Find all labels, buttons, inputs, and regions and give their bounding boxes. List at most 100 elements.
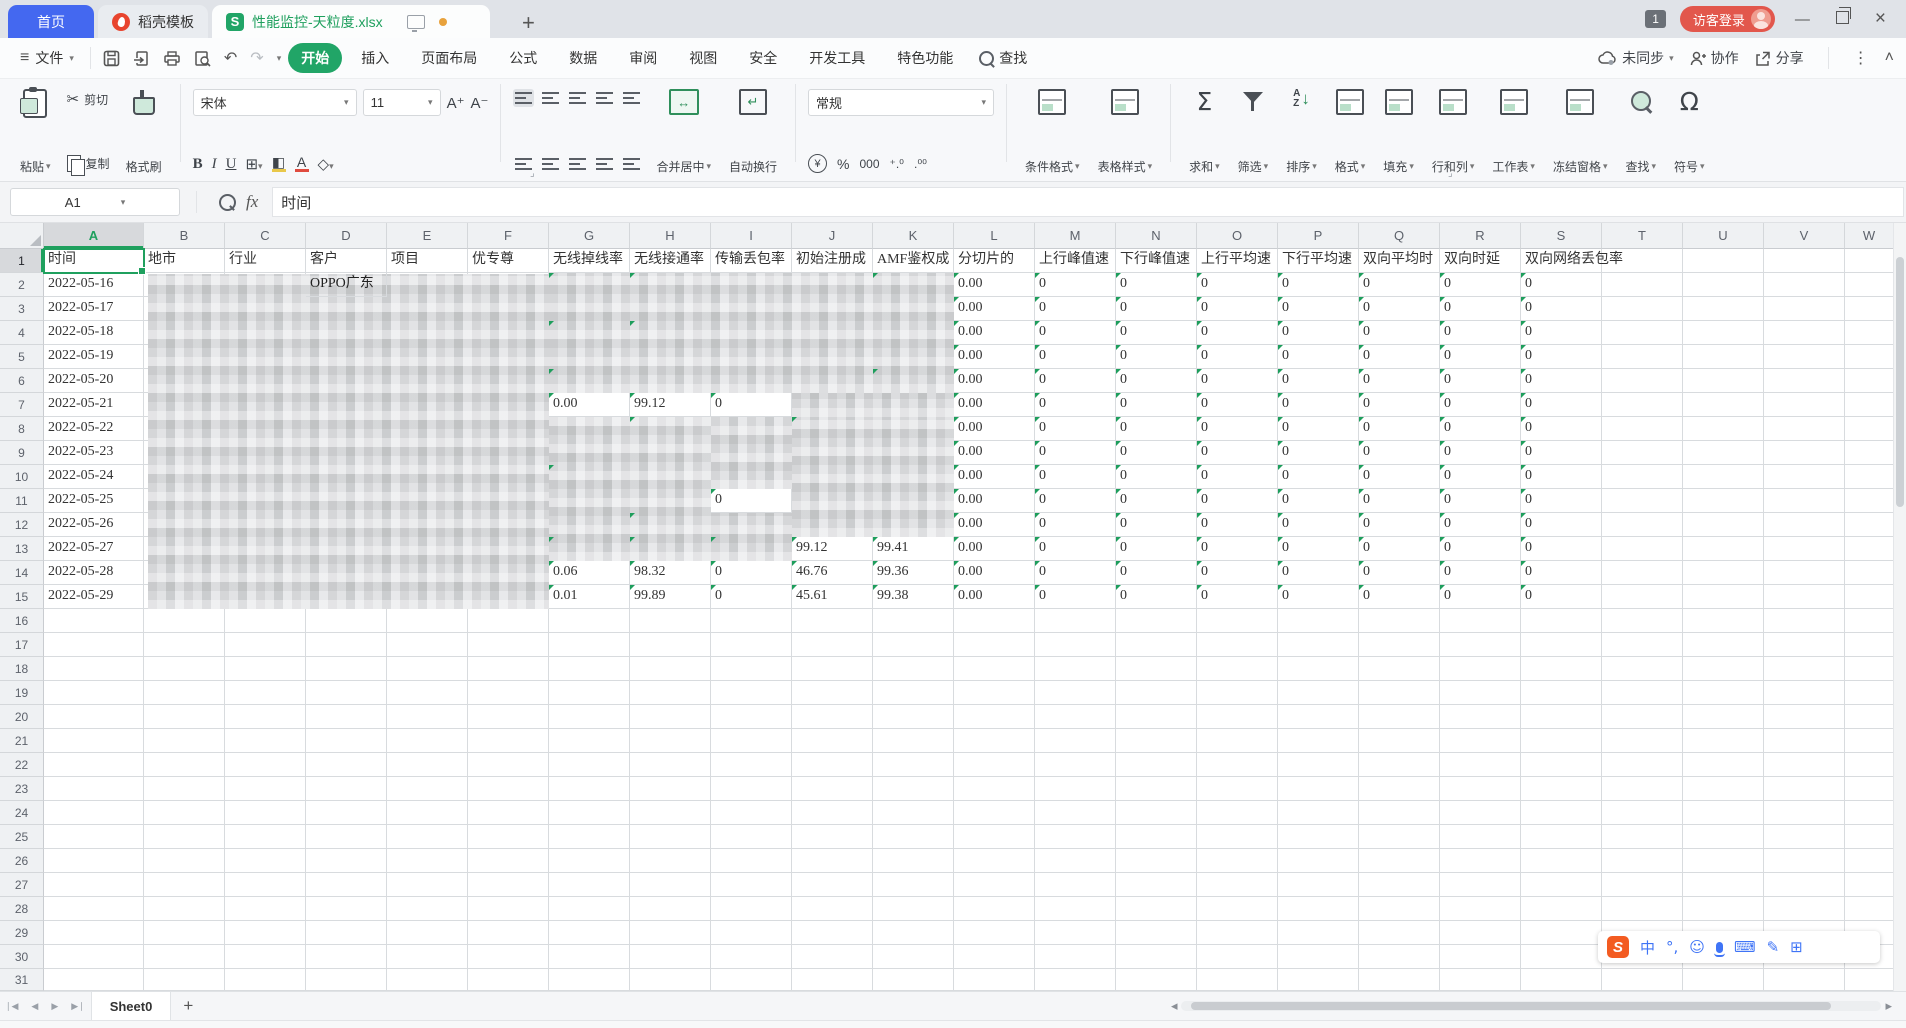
查找-button[interactable]: 查找 ▾ bbox=[1619, 84, 1662, 178]
cell-N7[interactable]: 0 bbox=[1116, 393, 1197, 417]
cell-F27[interactable] bbox=[468, 873, 549, 897]
print-button[interactable] bbox=[163, 50, 181, 67]
dialog-launcher-icon[interactable]: ⌟ bbox=[530, 168, 535, 179]
cell-N31[interactable] bbox=[1116, 969, 1197, 991]
cell-O20[interactable] bbox=[1197, 705, 1278, 729]
cell-F29[interactable] bbox=[468, 921, 549, 945]
cell-D28[interactable] bbox=[306, 897, 387, 921]
cell-R27[interactable] bbox=[1440, 873, 1521, 897]
row-header-18[interactable]: 18 bbox=[0, 657, 44, 681]
print-preview-button[interactable] bbox=[194, 50, 211, 67]
row-header-16[interactable]: 16 bbox=[0, 609, 44, 633]
cell-V3[interactable] bbox=[1764, 297, 1845, 321]
cell-U16[interactable] bbox=[1683, 609, 1764, 633]
cell-O7[interactable]: 0 bbox=[1197, 393, 1278, 417]
cell-A20[interactable] bbox=[44, 705, 144, 729]
cell-S29[interactable] bbox=[1521, 921, 1602, 945]
cell-I22[interactable] bbox=[711, 753, 792, 777]
wrap-text-button[interactable]: ↵ 自动换行 bbox=[723, 84, 783, 178]
cell-F1[interactable]: 优专尊 bbox=[468, 249, 549, 273]
cell-A25[interactable] bbox=[44, 825, 144, 849]
cell-C19[interactable] bbox=[225, 681, 306, 705]
cell-L7[interactable]: 0.00 bbox=[954, 393, 1035, 417]
cell-L6[interactable]: 0.00 bbox=[954, 369, 1035, 393]
cell-Q18[interactable] bbox=[1359, 657, 1440, 681]
cell-N20[interactable] bbox=[1116, 705, 1197, 729]
cell-S7[interactable]: 0 bbox=[1521, 393, 1602, 417]
cell-Q29[interactable] bbox=[1359, 921, 1440, 945]
cell-D25[interactable] bbox=[306, 825, 387, 849]
cell-F24[interactable] bbox=[468, 801, 549, 825]
cell-O6[interactable]: 0 bbox=[1197, 369, 1278, 393]
column-header-B[interactable]: B bbox=[144, 223, 225, 249]
cell-E20[interactable] bbox=[387, 705, 468, 729]
cell-B27[interactable] bbox=[144, 873, 225, 897]
distribute-button[interactable] bbox=[621, 155, 642, 173]
cell-L23[interactable] bbox=[954, 777, 1035, 801]
cell-M27[interactable] bbox=[1035, 873, 1116, 897]
cell-V12[interactable] bbox=[1764, 513, 1845, 537]
percent-button[interactable]: % bbox=[837, 156, 849, 172]
column-header-A[interactable]: A bbox=[44, 223, 144, 249]
表格样式-button[interactable]: 表格样式 ▾ bbox=[1092, 84, 1159, 178]
cell-G17[interactable] bbox=[549, 633, 630, 657]
guest-login-button[interactable]: 访客登录 bbox=[1679, 6, 1775, 32]
cell-R8[interactable]: 0 bbox=[1440, 417, 1521, 441]
cell-A16[interactable] bbox=[44, 609, 144, 633]
cell-O24[interactable] bbox=[1197, 801, 1278, 825]
cell-A23[interactable] bbox=[44, 777, 144, 801]
cell-D31[interactable] bbox=[306, 969, 387, 991]
cell-W7[interactable] bbox=[1845, 393, 1894, 417]
cell-W27[interactable] bbox=[1845, 873, 1894, 897]
cell-F31[interactable] bbox=[468, 969, 549, 991]
cell-S26[interactable] bbox=[1521, 849, 1602, 873]
cell-N25[interactable] bbox=[1116, 825, 1197, 849]
cell-P27[interactable] bbox=[1278, 873, 1359, 897]
cell-R29[interactable] bbox=[1440, 921, 1521, 945]
cell-A30[interactable] bbox=[44, 945, 144, 969]
row-header-29[interactable]: 29 bbox=[0, 921, 44, 945]
column-header-W[interactable]: W bbox=[1845, 223, 1894, 249]
cell-M7[interactable]: 0 bbox=[1035, 393, 1116, 417]
cell-N19[interactable] bbox=[1116, 681, 1197, 705]
cell-R25[interactable] bbox=[1440, 825, 1521, 849]
row-header-8[interactable]: 8 bbox=[0, 417, 44, 441]
cell-C30[interactable] bbox=[225, 945, 306, 969]
cell-Q19[interactable] bbox=[1359, 681, 1440, 705]
cell-C17[interactable] bbox=[225, 633, 306, 657]
cell-S12[interactable]: 0 bbox=[1521, 513, 1602, 537]
cell-V22[interactable] bbox=[1764, 753, 1845, 777]
cell-N27[interactable] bbox=[1116, 873, 1197, 897]
cell-B29[interactable] bbox=[144, 921, 225, 945]
dialog-launcher-icon[interactable]: ⌟ bbox=[1448, 168, 1453, 179]
cell-J23[interactable] bbox=[792, 777, 873, 801]
cell-A26[interactable] bbox=[44, 849, 144, 873]
scroll-left-button[interactable]: ◂ bbox=[1171, 998, 1178, 1014]
menu-tab-页面布局[interactable]: 页面布局 bbox=[408, 43, 490, 73]
cell-M23[interactable] bbox=[1035, 777, 1116, 801]
cell-U1[interactable] bbox=[1683, 249, 1764, 273]
cell-R11[interactable]: 0 bbox=[1440, 489, 1521, 513]
cell-V6[interactable] bbox=[1764, 369, 1845, 393]
cell-O12[interactable]: 0 bbox=[1197, 513, 1278, 537]
cell-O5[interactable]: 0 bbox=[1197, 345, 1278, 369]
cell-B20[interactable] bbox=[144, 705, 225, 729]
cell-P30[interactable] bbox=[1278, 945, 1359, 969]
cell-R14[interactable]: 0 bbox=[1440, 561, 1521, 585]
first-sheet-button[interactable]: ∣◀ bbox=[0, 1001, 25, 1012]
cell-W13[interactable] bbox=[1845, 537, 1894, 561]
cell-N4[interactable]: 0 bbox=[1116, 321, 1197, 345]
cell-Q31[interactable] bbox=[1359, 969, 1440, 991]
cell-M2[interactable]: 0 bbox=[1035, 273, 1116, 297]
cell-N22[interactable] bbox=[1116, 753, 1197, 777]
cell-P29[interactable] bbox=[1278, 921, 1359, 945]
cell-G30[interactable] bbox=[549, 945, 630, 969]
cell-N2[interactable]: 0 bbox=[1116, 273, 1197, 297]
cell-I14[interactable]: 0 bbox=[711, 561, 792, 585]
cell-N3[interactable]: 0 bbox=[1116, 297, 1197, 321]
cell-D17[interactable] bbox=[306, 633, 387, 657]
cell-I25[interactable] bbox=[711, 825, 792, 849]
cell-U21[interactable] bbox=[1683, 729, 1764, 753]
sheet-tab-active[interactable]: Sheet0 bbox=[90, 992, 172, 1020]
more-options-icon[interactable]: ⋮ bbox=[1853, 48, 1869, 68]
